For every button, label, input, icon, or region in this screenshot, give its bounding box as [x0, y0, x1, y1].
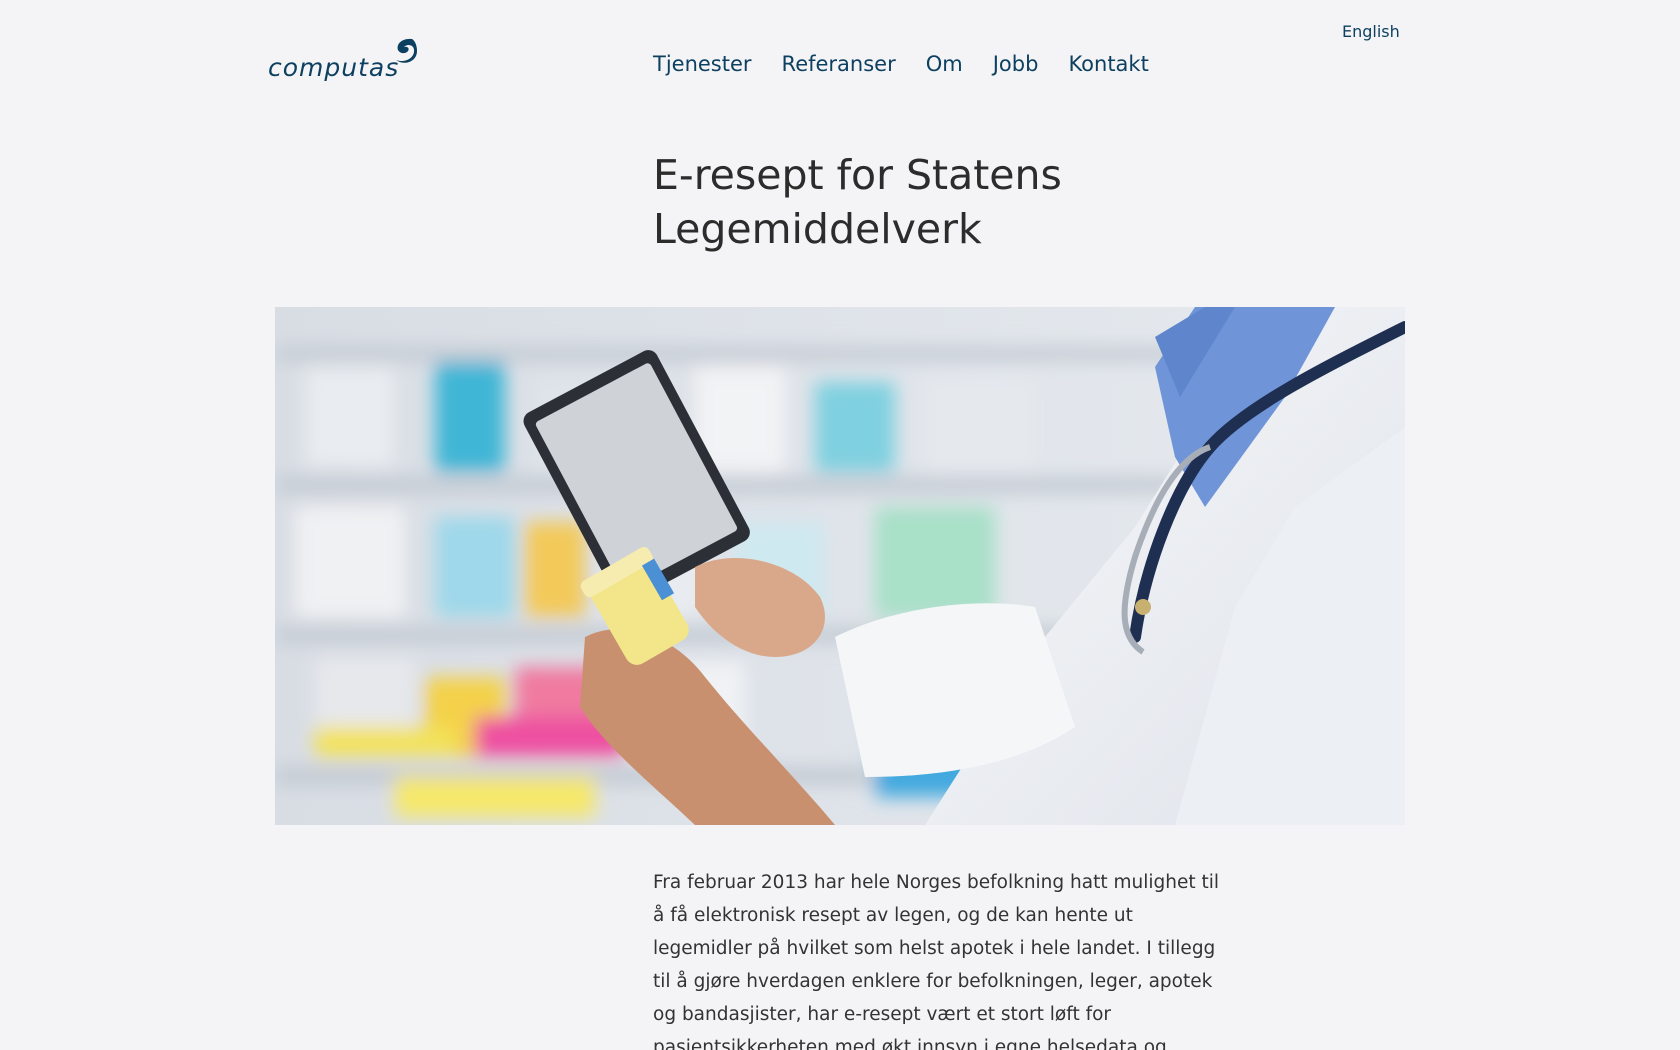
article-body: Fra februar 2013 har hele Norges befolkn…: [653, 872, 1220, 1050]
page: English computas Tjenester Referanser Om…: [0, 0, 1680, 1050]
nav-item-jobb[interactable]: Jobb: [993, 52, 1039, 76]
nav-item-kontakt[interactable]: Kontakt: [1068, 52, 1148, 76]
computas-logo[interactable]: computas: [268, 36, 428, 90]
hero-photo-pharmacist: [275, 307, 1405, 825]
nav-item-referanser[interactable]: Referanser: [782, 52, 896, 76]
computas-swirl-icon: [396, 38, 417, 63]
page-title: E-resept for Statens Legemiddelverk: [653, 151, 1062, 253]
hero-image: [275, 307, 1405, 825]
nav-item-tjenester[interactable]: Tjenester: [653, 52, 752, 76]
logo-wordmark: computas: [268, 53, 400, 82]
language-link-english[interactable]: English: [1342, 22, 1400, 41]
nav-item-om[interactable]: Om: [926, 52, 963, 76]
main-navigation: Tjenester Referanser Om Jobb Kontakt: [653, 52, 1179, 76]
